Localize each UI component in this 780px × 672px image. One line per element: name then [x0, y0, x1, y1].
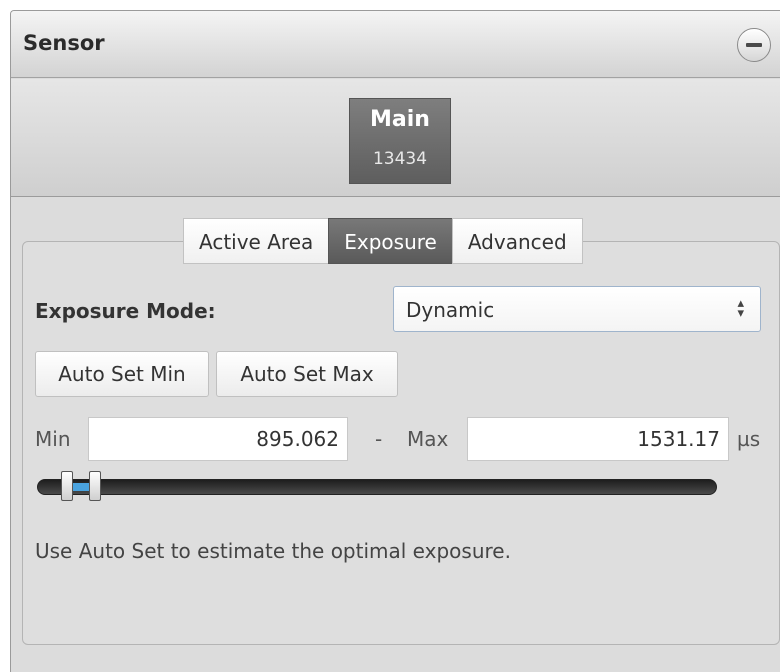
exposure-mode-value: Dynamic	[406, 298, 495, 322]
exposure-mode-select[interactable]: Dynamic ▴ ▾	[393, 286, 761, 332]
unit-label: µs	[737, 427, 761, 451]
slider-min-handle[interactable]	[61, 471, 73, 501]
auto-set-max-button[interactable]: Auto Set Max	[216, 351, 398, 397]
sensor-panel: Sensor Main 13434 Active Area Exposure A…	[10, 10, 780, 672]
exposure-hint-text: Use Auto Set to estimate the optimal exp…	[35, 539, 511, 563]
min-exposure-input[interactable]: 895.062	[88, 417, 348, 461]
auto-set-min-button[interactable]: Auto Set Min	[35, 351, 209, 397]
tab-exposure[interactable]: Exposure	[328, 218, 453, 264]
camera-name: Main	[370, 107, 430, 132]
camera-tile-main[interactable]: Main 13434	[349, 98, 451, 184]
slider-max-handle[interactable]	[89, 471, 101, 501]
max-exposure-input[interactable]: 1531.17	[467, 417, 729, 461]
exposure-mode-label: Exposure Mode:	[35, 299, 216, 323]
up-down-arrows-icon: ▴ ▾	[737, 296, 744, 321]
panel-header: Sensor	[11, 11, 780, 78]
range-separator: -	[375, 427, 383, 451]
max-label: Max	[407, 427, 449, 451]
minus-icon	[746, 43, 762, 47]
camera-strip: Main 13434	[11, 79, 780, 197]
min-label: Min	[35, 427, 71, 451]
camera-serial: 13434	[372, 149, 428, 169]
tab-active-area[interactable]: Active Area	[183, 218, 330, 264]
exposure-range-slider[interactable]	[37, 479, 717, 495]
collapse-button[interactable]	[737, 28, 771, 62]
tab-advanced[interactable]: Advanced	[451, 218, 583, 264]
panel-title: Sensor	[23, 31, 105, 55]
tab-bar: Active Area Exposure Advanced	[183, 218, 583, 264]
